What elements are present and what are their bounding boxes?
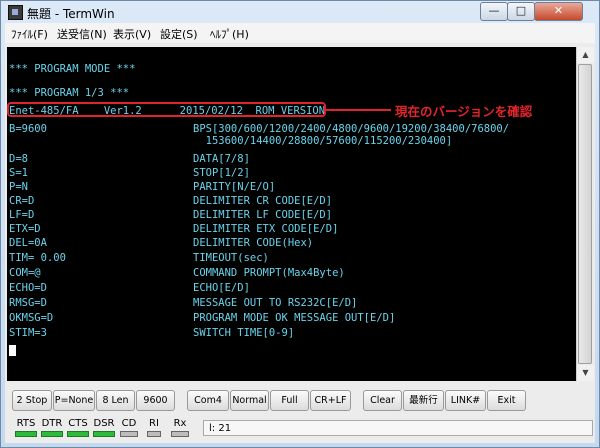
status-lamp-icon: [67, 431, 89, 437]
status-lamp-icon: [171, 431, 189, 437]
status-bar: RTS DTR CTS DSR CD RI Rx l: 21: [7, 417, 595, 441]
setting-value: B=9600: [9, 123, 47, 135]
link-button[interactable]: LINK#: [445, 390, 486, 411]
setting-description: DATA[7/8]: [193, 153, 250, 165]
led-cts: CTS: [67, 418, 89, 437]
terminal-view[interactable]: *** PROGRAM MODE *** *** PROGRAM 1/3 ***…: [7, 47, 576, 381]
led-cd: CD: [120, 418, 138, 437]
status-lamp-icon: [93, 431, 115, 437]
setting-description: DELIMITER ETX CODE[E/D]: [193, 223, 339, 235]
menu-help[interactable]: ﾍﾙﾌﾟ(H): [210, 26, 249, 42]
setting-description: MESSAGE OUT TO RS232C[E/D]: [193, 297, 358, 309]
exit-button[interactable]: Exit: [487, 390, 526, 411]
setting-description: COMMAND PROMPT(Max4Byte): [193, 267, 345, 279]
led-label: DSR: [93, 418, 115, 429]
setting-value: RMSG=D: [9, 297, 47, 309]
latest-line-button[interactable]: 最新行: [403, 390, 444, 411]
vertical-scrollbar[interactable]: ▲ ▼: [576, 47, 594, 381]
close-button[interactable]: ✕: [534, 2, 583, 21]
led-label: RI: [149, 418, 159, 429]
setting-value: OKMSG=D: [9, 312, 54, 324]
toolbar: 2 Stop P=None 8 Len 9600 Com4 Normal Ful…: [7, 388, 593, 414]
setting-description: TIMEOUT(sec): [193, 252, 269, 264]
menu-view[interactable]: 表示(V): [113, 26, 151, 42]
setting-value: STIM=3: [9, 327, 47, 339]
termwin-window: 無題 - TermWin — □ ✕ ﾌｧｲﾙ(F) 送受信(N) 表示(V) …: [0, 0, 600, 448]
menu-bar: ﾌｧｲﾙ(F) 送受信(N) 表示(V) 設定(S) ﾍﾙﾌﾟ(H): [5, 23, 595, 44]
led-rx: Rx: [171, 418, 189, 437]
mode-button[interactable]: Normal: [230, 390, 269, 411]
scroll-up-icon[interactable]: ▲: [577, 47, 594, 63]
window-title: 無題 - TermWin: [27, 7, 115, 21]
setting-description: ECHO[E/D]: [193, 282, 250, 294]
setting-description: 153600/14400/28800/57600/115200/230400]: [193, 135, 453, 147]
menu-settings[interactable]: 設定(S): [160, 26, 198, 42]
setting-value: LF=D: [9, 209, 35, 221]
led-label: RTS: [16, 418, 36, 429]
clear-button[interactable]: Clear: [363, 390, 402, 411]
led-ri: RI: [147, 418, 161, 437]
setting-description: SWITCH TIME[0-9]: [193, 327, 295, 339]
terminal-line: *** PROGRAM MODE ***: [9, 63, 136, 75]
led-label: CD: [121, 418, 137, 429]
scroll-down-icon[interactable]: ▼: [577, 365, 594, 381]
setting-value: DEL=0A: [9, 237, 47, 249]
led-label: DTR: [41, 418, 63, 429]
led-label: Rx: [173, 418, 187, 429]
status-line-counter: l: 21: [203, 420, 593, 436]
menu-send-receive[interactable]: 送受信(N): [57, 26, 107, 42]
setting-value: ETX=D: [9, 223, 41, 235]
status-lamp-icon: [147, 431, 161, 437]
led-rts: RTS: [15, 418, 37, 437]
app-icon: [8, 5, 23, 20]
led-dsr: DSR: [93, 418, 115, 437]
setting-value: D=8: [9, 153, 28, 165]
annotation-line: [326, 109, 391, 111]
line-ending-button[interactable]: CR+LF: [310, 390, 351, 411]
setting-value: ECHO=D: [9, 282, 47, 294]
status-lamp-icon: [120, 431, 138, 437]
setting-description: DELIMITER CODE(Hex): [193, 237, 314, 249]
setting-description: PARITY[N/E/O]: [193, 181, 276, 193]
parity-button[interactable]: P=None: [53, 390, 95, 411]
status-lamp-icon: [15, 431, 37, 437]
com-port-button[interactable]: Com4: [187, 390, 229, 411]
stop-bits-button[interactable]: 2 Stop: [12, 390, 52, 411]
led-label: CTS: [68, 418, 88, 429]
terminal-line: *** PROGRAM 1/3 ***: [9, 87, 130, 99]
setting-value: S=1: [9, 167, 28, 179]
title-bar[interactable]: 無題 - TermWin — □ ✕: [1, 1, 599, 23]
scroll-thumb[interactable]: [578, 64, 592, 364]
menu-file[interactable]: ﾌｧｲﾙ(F): [11, 26, 48, 42]
version-annotation: 現在のバージョンを確認: [395, 104, 533, 119]
duplex-button[interactable]: Full: [270, 390, 309, 411]
version-highlight-box: [7, 102, 326, 117]
setting-description: PROGRAM MODE OK MESSAGE OUT[E/D]: [193, 312, 396, 324]
baud-rate-button[interactable]: 9600: [136, 390, 175, 411]
setting-value: P=N: [9, 181, 28, 193]
status-lamp-icon: [41, 431, 63, 437]
setting-value: CR=D: [9, 195, 35, 207]
setting-description: BPS[300/600/1200/2400/4800/9600/19200/38…: [193, 123, 510, 135]
setting-value: TIM= 0.00: [9, 252, 66, 264]
led-dtr: DTR: [41, 418, 63, 437]
terminal-cursor: [9, 345, 16, 356]
data-length-button[interactable]: 8 Len: [96, 390, 135, 411]
setting-value: COM=@: [9, 267, 41, 279]
minimize-button[interactable]: —: [480, 2, 508, 21]
setting-description: DELIMITER LF CODE[E/D]: [193, 209, 333, 221]
setting-description: STOP[1/2]: [193, 167, 250, 179]
setting-description: DELIMITER CR CODE[E/D]: [193, 195, 333, 207]
maximize-button[interactable]: □: [507, 2, 535, 21]
